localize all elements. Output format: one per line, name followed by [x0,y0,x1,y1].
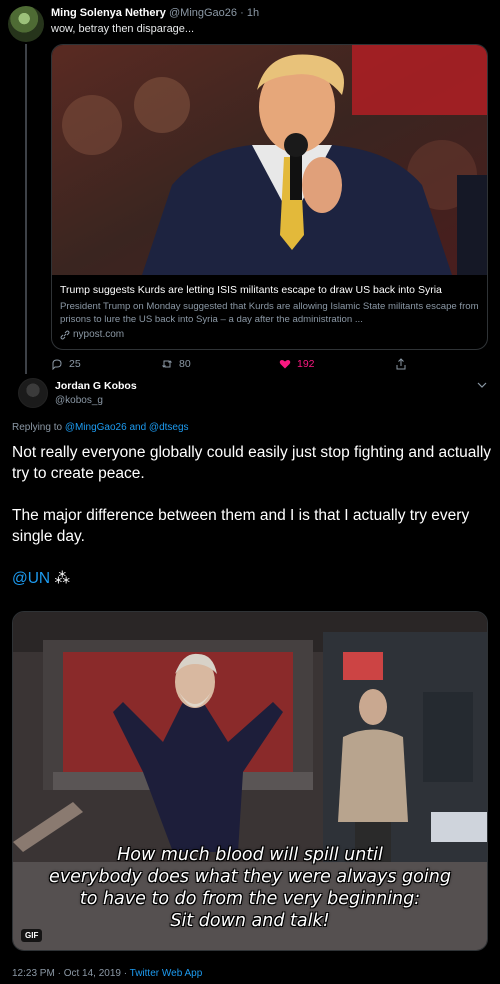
share-button[interactable] [395,358,407,370]
author-name[interactable]: Jordan G Kobos [55,380,137,392]
replying-and: and [126,422,149,433]
link-icon [60,330,70,339]
gif-caption: How much blood will spill until everybod… [13,844,487,932]
tweet-header: Ming Solenya Nethery @MingGao26 · 1h [51,7,259,19]
card-description: President Trump on Monday suggested that… [60,301,479,325]
retweet-icon [162,360,172,368]
tweet-time[interactable]: 1h [247,7,259,19]
timestamp-text[interactable]: 12:23 PM · Oct 14, 2019 · [12,968,130,979]
thread-connector-line [25,44,27,374]
reply-icon [52,359,62,370]
separator: · [240,7,244,19]
retweet-count: 80 [179,358,191,370]
card-domain: nypost.com [60,329,480,340]
gif-media[interactable]: How much blood will spill until everybod… [12,611,488,951]
heart-icon [279,359,291,369]
tweet-paragraph: Not really everyone globally could easil… [12,444,492,482]
tweet-timestamp: 12:23 PM · Oct 14, 2019 · Twitter Web Ap… [12,968,202,979]
replying-prefix: Replying to [12,422,65,433]
emoji: ⁂ [54,570,70,587]
gif-caption-line: How much blood will spill until [117,845,383,865]
avatar[interactable] [18,378,48,408]
reply-button[interactable]: 25 [51,358,81,370]
mention-link[interactable]: @UN [12,570,50,587]
chevron-down-icon[interactable] [476,380,488,390]
author-handle[interactable]: @kobos_g [55,395,103,406]
replying-to: Replying to @MingGao26 and @dtsegs [12,422,189,433]
like-count: 192 [297,358,315,370]
author-name[interactable]: Ming Solenya Nethery [51,7,166,19]
share-icon [396,358,406,370]
source-app-link[interactable]: Twitter Web App [130,968,203,979]
gif-caption-line: everybody does what they were always goi… [49,867,451,887]
card-title: Trump suggests Kurds are letting ISIS mi… [60,284,442,296]
retweet-button[interactable]: 80 [161,358,191,370]
gif-badge: GIF [21,929,43,942]
gif-caption-line: to have to do from the very beginning: [79,889,421,909]
card-domain-text: nypost.com [73,329,125,340]
tweet-text: Not really everyone globally could easil… [12,442,492,589]
author-handle[interactable]: @MingGao26 [169,7,237,19]
like-button[interactable]: 192 [279,358,315,370]
gif-caption-line: Sit down and talk! [170,911,330,931]
tweet-paragraph: The major difference between them and I … [12,507,470,545]
mention-link[interactable]: @dtsegs [149,422,189,433]
reply-count: 25 [69,358,81,370]
tweet-text: wow, betray then disparage... [51,23,195,35]
avatar[interactable] [8,6,44,42]
article-photo [52,45,487,275]
mention-link[interactable]: @MingGao26 [65,422,127,433]
tweet-actions: 25 80 192 [51,358,431,374]
link-preview-card[interactable]: Trump suggests Kurds are letting ISIS mi… [51,44,488,350]
